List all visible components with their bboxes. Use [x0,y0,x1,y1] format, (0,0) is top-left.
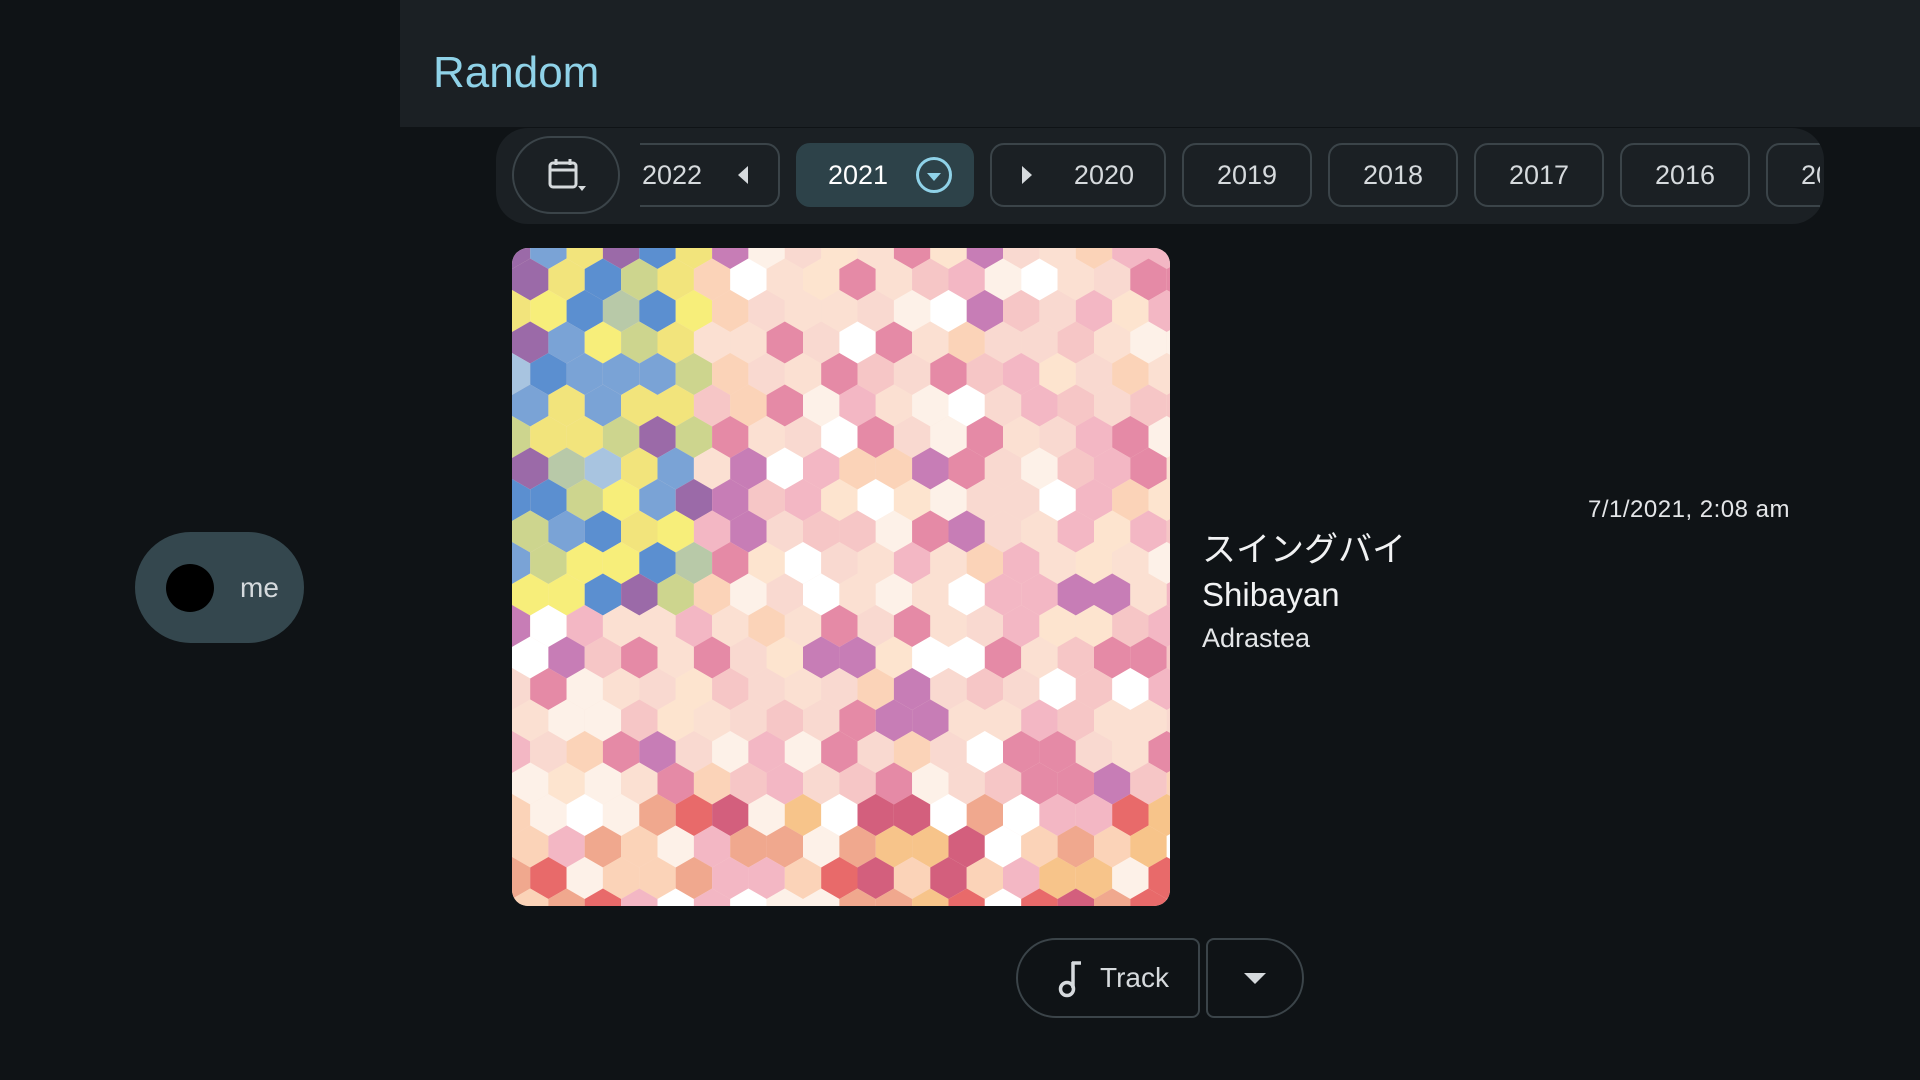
arrow-drop-down-circle-icon [916,157,952,193]
next-year-button[interactable]: 2020 [990,143,1166,207]
prev-year-label: 2022 [642,159,703,190]
chevron-left-icon [738,166,748,184]
arrow-drop-down-icon [1244,972,1266,984]
track-album[interactable]: Adrastea [1202,618,1406,658]
track-title[interactable]: スイングバイ [1202,528,1406,572]
track-artist[interactable]: Shibayan [1202,572,1406,618]
year-button[interactable]: 2018 [1328,143,1458,207]
next-year-label: 2020 [1073,159,1134,190]
user-name: me [240,571,279,603]
page-title: Random [433,48,600,97]
years-scroller[interactable]: 2022 2021 2020 2019 2018 2017 2016 2015 [640,128,1820,224]
avatar [166,563,214,612]
year-button[interactable]: 2019 [1182,143,1312,207]
type-dropdown-button[interactable] [1206,938,1304,1018]
album-cover-art [512,248,1170,906]
calendar-dropdown-icon [548,159,586,191]
chevron-right-icon [1022,166,1032,184]
type-selector-button[interactable]: Track [1016,938,1200,1018]
track-info: スイングバイ Shibayan Adrastea [1202,528,1406,658]
year-button[interactable]: 2015 [1766,143,1820,207]
music-note-icon [1058,961,1081,998]
prev-year-button[interactable]: 2022 [640,143,780,207]
sidebar: me [0,0,400,1080]
calendar-button[interactable] [512,136,620,214]
album-cover[interactable] [512,248,1170,906]
user-chip[interactable]: me [135,532,304,643]
selected-year-label: 2021 [828,159,889,190]
year-button[interactable]: 2016 [1620,143,1750,207]
year-selector-bar: 2022 2021 2020 2019 2018 2017 2016 2015 [496,128,1824,224]
selected-year-button[interactable]: 2021 [796,143,974,207]
year-button[interactable]: 2017 [1474,143,1604,207]
header: Random [400,0,1920,127]
played-at-timestamp: 7/1/2021, 2:08 am [1588,496,1790,523]
type-selector-label: Track [1100,962,1169,993]
